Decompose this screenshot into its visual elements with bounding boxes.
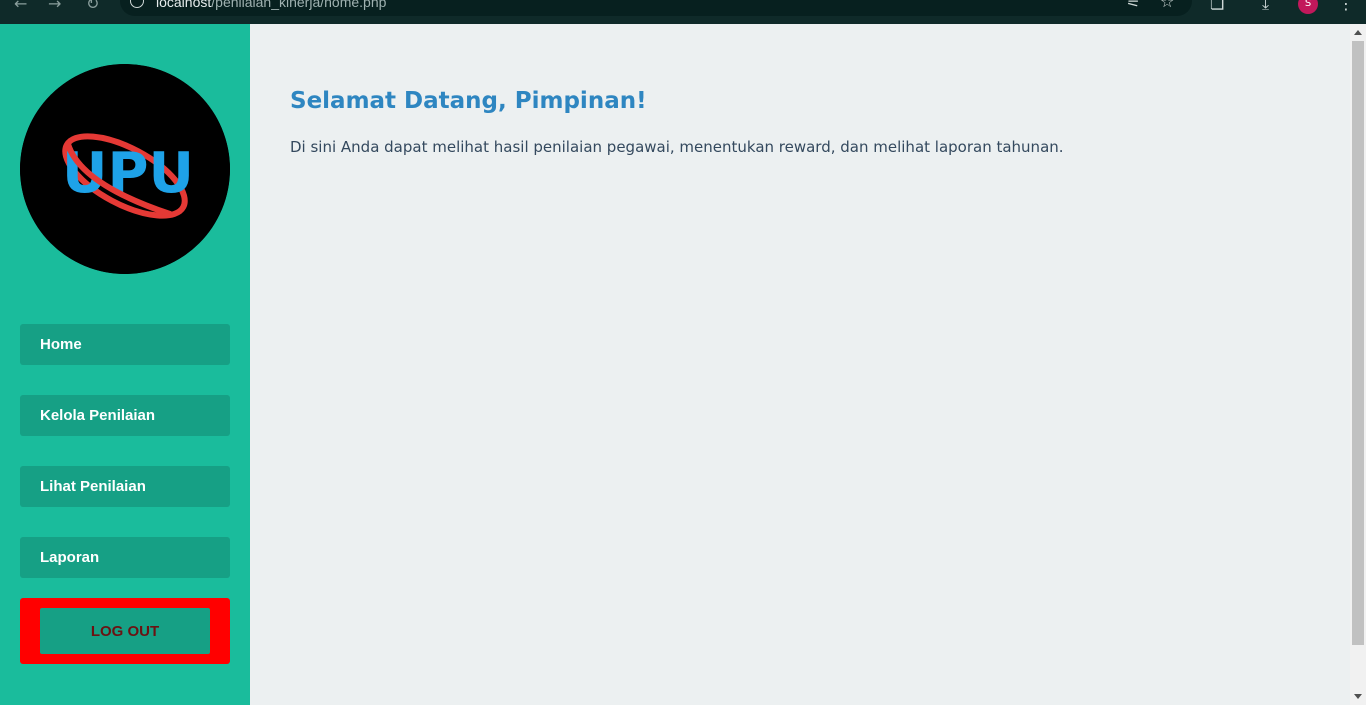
browser-menu-icon[interactable]: ⋮ [1338,0,1354,13]
sidebar-item-home[interactable]: Home [20,324,230,365]
page-title: Selamat Datang, Pimpinan! [290,88,647,114]
address-url: localhost/penilaian_kinerja/home.php [156,0,386,10]
main-content: Selamat Datang, Pimpinan! Di sini Anda d… [250,24,1350,705]
sidebar: UPU Home Kelola Penilaian Lihat Penilaia… [0,24,250,705]
url-host: localhost [156,0,212,10]
profile-avatar[interactable]: S [1298,0,1318,14]
welcome-description: Di sini Anda dapat melihat hasil penilai… [290,138,1064,156]
logout-button[interactable]: LOG OUT [40,608,210,654]
reload-icon[interactable]: ↻ [86,0,99,13]
sidebar-item-laporan[interactable]: Laporan [20,537,230,578]
scroll-up-arrow-icon[interactable] [1354,30,1362,35]
browser-toolbar: ← → ↻ localhost/penilaian_kinerja/home.p… [0,0,1366,24]
scrollbar-thumb[interactable] [1352,41,1364,645]
bookmark-star-icon[interactable]: ☆ [1160,0,1174,11]
extensions-icon[interactable]: ❏ [1210,0,1224,13]
site-info-icon[interactable] [130,0,144,8]
upu-logo: UPU [20,64,230,274]
address-bar[interactable]: localhost/penilaian_kinerja/home.php ⚟ ☆ [120,0,1192,16]
url-path: /penilaian_kinerja/home.php [211,0,387,10]
download-icon[interactable]: ⤓ [1262,0,1269,14]
sidebar-item-kelola-penilaian[interactable]: Kelola Penilaian [20,395,230,436]
key-icon[interactable]: ⚟ [1126,0,1140,11]
scroll-down-arrow-icon[interactable] [1354,694,1362,699]
logout-highlight-frame: LOG OUT [20,598,230,664]
upu-logo-graphic: UPU [20,64,230,274]
forward-arrow-icon[interactable]: → [48,0,61,13]
back-arrow-icon[interactable]: ← [14,0,27,13]
vertical-scrollbar[interactable] [1350,24,1366,705]
sidebar-item-lihat-penilaian[interactable]: Lihat Penilaian [20,466,230,507]
